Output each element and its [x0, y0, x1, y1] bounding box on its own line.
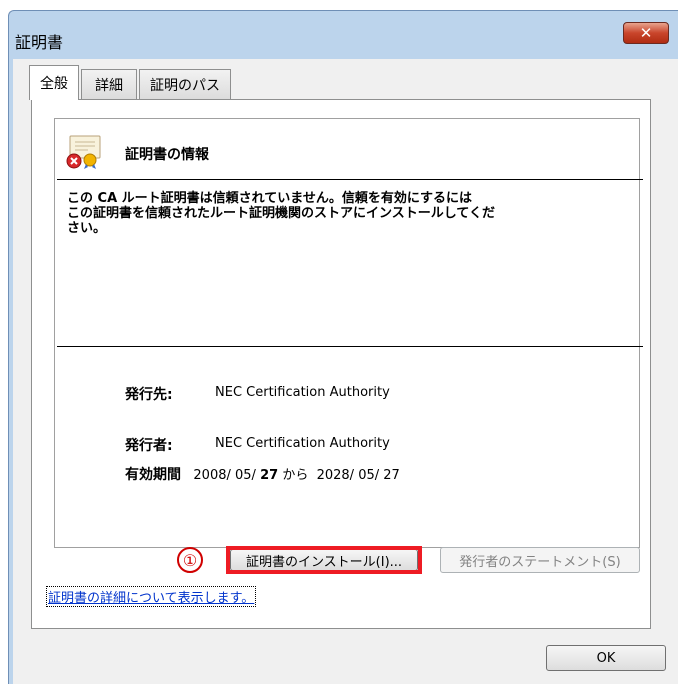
- tab-general-label: 全般: [40, 76, 68, 92]
- validity-label: 有効期間: [125, 467, 181, 483]
- title-bar: 証明書 ✕: [9, 11, 678, 59]
- validity-period: 有効期間 2008/ 05/ 27 から 2028/ 05/ 27: [125, 464, 400, 484]
- tab-certification-path-label: 証明のパス: [150, 77, 220, 94]
- tab-certification-path[interactable]: 証明のパス: [139, 69, 231, 99]
- ok-button[interactable]: OK: [546, 645, 666, 671]
- certificate-info-title: 証明書の情報: [125, 147, 209, 163]
- warning-line: さい。: [67, 221, 107, 236]
- valid-separator: から: [282, 468, 309, 483]
- issuer-statement-button: 発行者のステートメント(S): [440, 547, 640, 573]
- tab-general[interactable]: 全般: [29, 65, 79, 100]
- warning-line: この CA ルート証明書は信頼されていません。信頼を有効にするには: [67, 191, 473, 206]
- tab-details[interactable]: 詳細: [81, 69, 137, 99]
- untrusted-warning-text: この CA ルート証明書は信頼されていません。信頼を有効にするには この証明書を…: [67, 191, 587, 236]
- valid-from-prefix: 2008/ 05/: [193, 468, 256, 483]
- valid-from-day: 27: [260, 468, 279, 483]
- certificate-dialog: 証明書 ✕ 全般 詳細 証明のパス 証明書の情報 この CA ルート証明書は信頼…: [8, 10, 678, 684]
- certificate-details-link[interactable]: 証明書の詳細について表示します。: [46, 586, 257, 607]
- issued-to-value: NEC Certification Authority: [215, 385, 390, 400]
- certificate-info-box: 証明書の情報 この CA ルート証明書は信頼されていません。信頼を有効にするには…: [54, 118, 643, 548]
- divider: [57, 179, 643, 180]
- divider: [57, 346, 643, 347]
- step-marker: ①: [177, 547, 203, 573]
- valid-to: 2028/ 05/ 27: [316, 468, 400, 483]
- tab-details-label: 詳細: [95, 77, 123, 94]
- certificate-error-icon: [66, 135, 101, 169]
- issued-to-label: 発行先:: [125, 387, 173, 403]
- install-button-highlight: [226, 546, 422, 574]
- close-button[interactable]: ✕: [623, 22, 669, 44]
- warning-line: この証明書を信頼されたルート証明機関のストアにインストールしてくだ: [67, 206, 495, 221]
- close-icon: ✕: [639, 24, 653, 42]
- issued-by-label: 発行者:: [125, 438, 173, 454]
- issued-by-value: NEC Certification Authority: [215, 436, 390, 451]
- window-title: 証明書: [15, 33, 64, 52]
